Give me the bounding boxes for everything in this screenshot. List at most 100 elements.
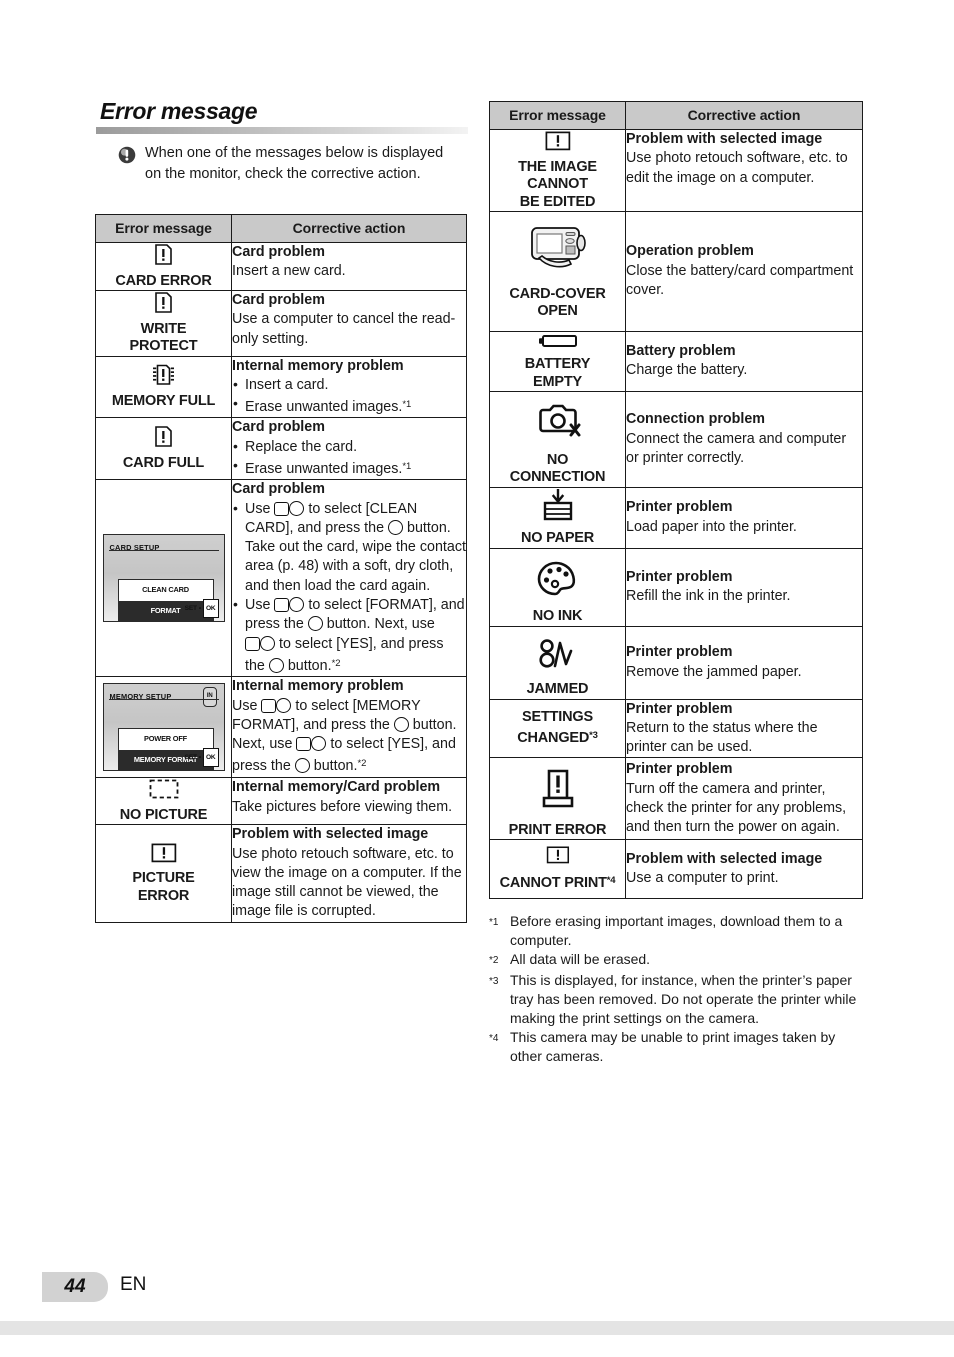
action-bullet: Replace the card. bbox=[232, 437, 466, 457]
error-message-cell: PRINT ERROR bbox=[489, 757, 626, 841]
manual-page: Error message When one of the messages b… bbox=[0, 0, 954, 1357]
action-text: Remove the jammed paper. bbox=[626, 663, 802, 680]
corrective-action-cell: Printer problem Return to the status whe… bbox=[625, 698, 863, 759]
corrective-action-cell: Problem with selected image Use photo re… bbox=[625, 129, 863, 212]
print-error-icon bbox=[490, 769, 625, 817]
table-row: CARD-COVER OPEN Operation problem Close … bbox=[489, 211, 863, 332]
footnote-mark: *4 bbox=[606, 874, 616, 886]
arrow-pad-icons bbox=[274, 500, 305, 519]
table-row: PRINT ERROR Printer problem Turn off the… bbox=[489, 757, 863, 841]
action-title: Card problem bbox=[232, 481, 325, 498]
lcd-hint-dot: • bbox=[198, 604, 201, 612]
lcd-option[interactable]: CLEAN CARD bbox=[118, 580, 213, 601]
lcd-hint-key: OK bbox=[203, 598, 219, 619]
battery-empty-icon bbox=[490, 333, 625, 355]
error-message-cell: NO PAPER bbox=[489, 486, 626, 549]
action-text: Take pictures before viewing them. bbox=[232, 798, 453, 815]
table-row: NO PAPER Printer problem Load paper into… bbox=[489, 486, 863, 549]
arrow-pad-icons bbox=[261, 697, 292, 716]
footnote-mark: *1 bbox=[489, 917, 499, 928]
lcd-memory-setup-screen: MEMORY SETUP IN POWER OFF MEMORY FORMAT … bbox=[102, 683, 225, 772]
no-picture-icon bbox=[96, 779, 231, 805]
error-message-cell: CARD SETUP CLEAN CARD FORMAT SET • OK bbox=[95, 479, 232, 678]
table-row: BATTERY EMPTY Battery problem Charge the… bbox=[489, 330, 863, 392]
table-row: CARD SETUP CLEAN CARD FORMAT SET • OK Ca… bbox=[95, 479, 467, 678]
error-message-cell: CARD-COVER OPEN bbox=[489, 211, 626, 332]
exclamation-note-icon bbox=[118, 146, 136, 164]
card-error-icon bbox=[96, 426, 231, 453]
bullet-text-part: button. bbox=[283, 657, 332, 674]
action-title: Battery problem bbox=[626, 342, 736, 359]
action-title: Printer problem bbox=[626, 644, 733, 661]
error-message-label: CANNOT PRINT bbox=[499, 874, 607, 891]
footnote-mark: *2 bbox=[489, 955, 499, 967]
lcd-hint-label: SET bbox=[184, 753, 197, 761]
table-row: MEMORY SETUP IN POWER OFF MEMORY FORMAT … bbox=[95, 676, 467, 779]
action-title: Card problem bbox=[232, 419, 325, 436]
action-text-part: Use bbox=[232, 697, 262, 714]
action-title: Internal memory problem bbox=[232, 678, 404, 695]
footnote-text: This is displayed, for instance, when th… bbox=[510, 971, 857, 1027]
error-message-label: MEMORY FULL bbox=[111, 393, 216, 410]
ok-func-button-icon bbox=[294, 758, 310, 774]
lcd-hint-dot: • bbox=[198, 753, 201, 761]
action-bullet: Erase unwanted images.*1 bbox=[232, 456, 466, 479]
action-title: Printer problem bbox=[626, 700, 733, 717]
table-row: NO CONNECTION Connection problem Connect… bbox=[489, 391, 863, 488]
title-rule bbox=[96, 127, 468, 134]
corrective-action-cell: Internal memory problem Use to select [M… bbox=[231, 676, 467, 779]
no-ink-icon bbox=[490, 560, 625, 604]
error-message-label: CARD-COVER OPEN bbox=[509, 285, 606, 320]
footnote-text: Before erasing important images, downloa… bbox=[510, 913, 843, 949]
footer-band bbox=[0, 1321, 954, 1335]
error-table-right: Error message Corrective action THE IMAG… bbox=[489, 101, 863, 900]
bullet-text-part: Use bbox=[245, 597, 275, 614]
corrective-action-cell: Problem with selected image Use photo re… bbox=[231, 824, 467, 923]
lcd-option[interactable]: POWER OFF bbox=[118, 729, 213, 750]
lcd-card-setup-screen: CARD SETUP CLEAN CARD FORMAT SET • OK bbox=[102, 534, 225, 623]
corrective-action-cell: Internal memory/Card problem Take pictur… bbox=[231, 777, 467, 826]
action-title: Printer problem bbox=[626, 499, 733, 516]
footnote-mark: *4 bbox=[489, 1033, 499, 1045]
corrective-action-cell: Operation problem Close the battery/card… bbox=[625, 211, 863, 332]
action-text: Insert a new card. bbox=[232, 263, 346, 280]
table-row: CARD FULL Card problem Replace the card.… bbox=[95, 417, 467, 481]
jammed-icon bbox=[490, 638, 625, 678]
error-message-cell: SETTINGS CHANGED*3 bbox=[489, 698, 626, 759]
picture-error-icon bbox=[490, 131, 625, 157]
page-title-block: Error message bbox=[96, 98, 468, 134]
error-message-cell: BATTERY EMPTY bbox=[489, 330, 626, 392]
action-text: Connect the camera and computer or print… bbox=[626, 430, 847, 466]
bullet-text: Erase unwanted images. bbox=[245, 399, 403, 416]
action-title: Operation problem bbox=[626, 243, 754, 260]
table-row: CARD ERROR Card problem Insert a new car… bbox=[95, 242, 467, 291]
error-table-left: Error message Corrective action CARD ERR… bbox=[95, 214, 467, 923]
error-message-label: NO INK bbox=[532, 608, 583, 624]
action-text: Use a computer to cancel the read-only s… bbox=[232, 311, 456, 347]
corrective-action-cell: Internal memory problem Insert a card. E… bbox=[231, 355, 467, 419]
arrow-pad-icons bbox=[274, 596, 305, 615]
corrective-action-cell: Card problem Use to select [CLEAN CARD],… bbox=[231, 479, 467, 678]
up-arrow-button-icon bbox=[274, 501, 290, 516]
table-row: SETTINGS CHANGED*3 Printer problem Retur… bbox=[489, 698, 863, 759]
lcd-hint-label: SET bbox=[184, 604, 197, 612]
up-arrow-button-icon bbox=[245, 636, 260, 651]
page-number: 44 bbox=[64, 1276, 86, 1297]
action-bullet: Insert a card. bbox=[232, 375, 466, 395]
footnote-mark: *3 bbox=[589, 729, 598, 741]
action-title: Card problem bbox=[232, 244, 325, 260]
corrective-action-cell: Printer problem Remove the jammed paper. bbox=[625, 625, 863, 700]
down-arrow-button-icon bbox=[276, 697, 292, 713]
action-title: Printer problem bbox=[626, 568, 733, 585]
error-message-label: JAMMED bbox=[526, 681, 589, 697]
table-row: JAMMED Printer problem Remove the jammed… bbox=[489, 625, 863, 700]
page-number-badge: 44 bbox=[42, 1272, 108, 1302]
lcd-hint: SET • OK bbox=[184, 598, 219, 619]
footnote-mark: *2 bbox=[331, 657, 341, 669]
lcd-hint: SET • OK bbox=[184, 747, 219, 768]
action-title: Card problem bbox=[232, 292, 325, 308]
internal-memory-badge: IN bbox=[202, 687, 217, 707]
lcd-hint-key: OK bbox=[203, 747, 219, 768]
error-message-label: SETTINGS CHANGED bbox=[517, 709, 593, 746]
action-text: Turn off the camera and printer, check t… bbox=[626, 780, 847, 836]
